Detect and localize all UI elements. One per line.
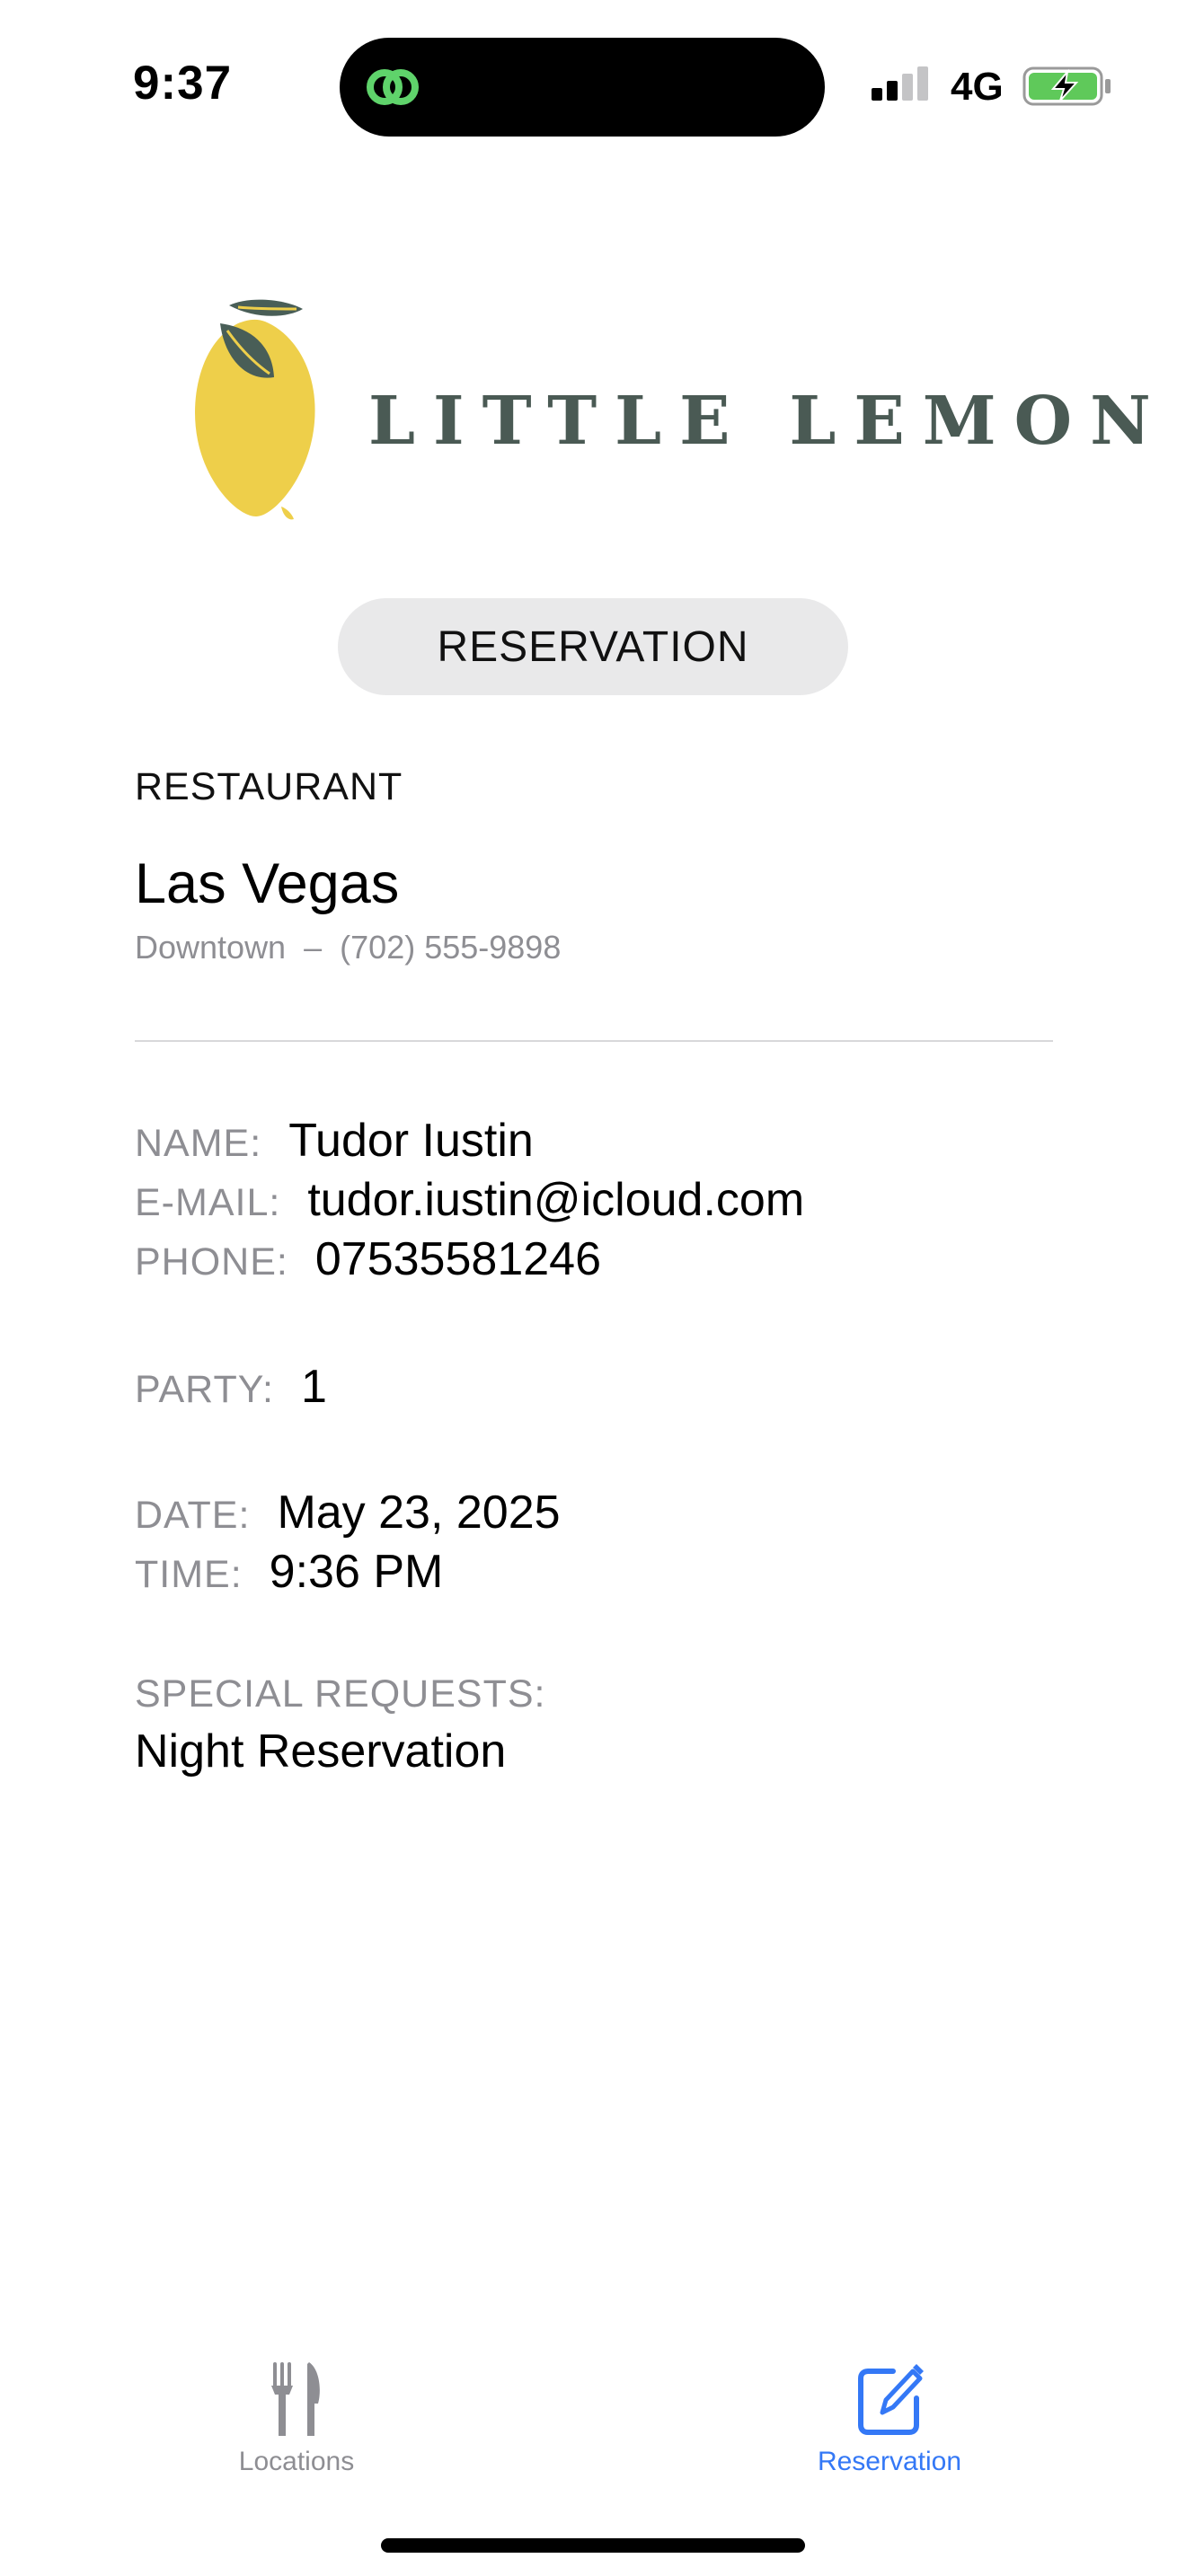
restaurant-neighborhood: Downtown: [135, 929, 287, 966]
cellular-signal-icon: [872, 66, 928, 101]
brand-wordmark: LITTLE LEMON: [368, 383, 1169, 460]
tab-locations-label: Locations: [238, 2447, 355, 2476]
dynamic-island: [340, 38, 825, 137]
little-lemon-logo: LITTLE LEMON: [184, 296, 1151, 530]
tab-locations[interactable]: Locations: [162, 2359, 431, 2477]
time-value: 9:36 PM: [269, 1546, 444, 1598]
special-requests-value: Night Reservation: [135, 1725, 507, 1778]
party-label: PARTY:: [135, 1368, 274, 1411]
tab-reservation-label: Reservation: [817, 2447, 962, 2476]
restaurant-details: Downtown – (702) 555-9898: [135, 929, 561, 966]
name-row: NAME: Tudor Iustin: [135, 1114, 534, 1168]
email-label: E-MAIL:: [135, 1181, 281, 1224]
name-value: Tudor Iustin: [288, 1115, 534, 1167]
restaurant-separator: –: [304, 929, 323, 966]
status-time: 9:37: [133, 57, 233, 110]
phone-label: PHONE:: [135, 1240, 288, 1284]
restaurant-section-label: RESTAURANT: [135, 765, 403, 808]
name-label: NAME:: [135, 1122, 262, 1165]
network-type: 4G: [951, 65, 1004, 109]
date-value: May 23, 2025: [277, 1486, 561, 1539]
battery-charging-icon: [1022, 66, 1111, 106]
special-requests-label: SPECIAL REQUESTS:: [135, 1672, 546, 1716]
time-label: TIME:: [135, 1553, 243, 1596]
square-pencil-icon: [858, 2364, 924, 2435]
email-value: tudor.iustin@icloud.com: [307, 1174, 805, 1226]
phone-value: 07535581246: [314, 1233, 601, 1285]
email-row: E-MAIL: tudor.iustin@icloud.com: [135, 1173, 804, 1227]
divider: [135, 1040, 1053, 1042]
party-row: PARTY: 1: [135, 1360, 327, 1414]
page-title: RESERVATION: [338, 598, 848, 695]
link-activity-icon: [367, 69, 419, 105]
date-label: DATE:: [135, 1494, 251, 1537]
lemon-icon: [195, 299, 315, 520]
restaurant-city: Las Vegas: [135, 852, 400, 915]
restaurant-phone: (702) 555-9898: [340, 929, 562, 966]
party-value: 1: [300, 1361, 327, 1413]
home-indicator: [381, 2538, 805, 2553]
time-row: TIME: 9:36 PM: [135, 1545, 443, 1599]
date-row: DATE: May 23, 2025: [135, 1486, 561, 1539]
tab-reservation[interactable]: Reservation: [755, 2359, 1024, 2477]
fork-knife-icon: [271, 2362, 320, 2436]
phone-row: PHONE: 07535581246: [135, 1232, 601, 1286]
